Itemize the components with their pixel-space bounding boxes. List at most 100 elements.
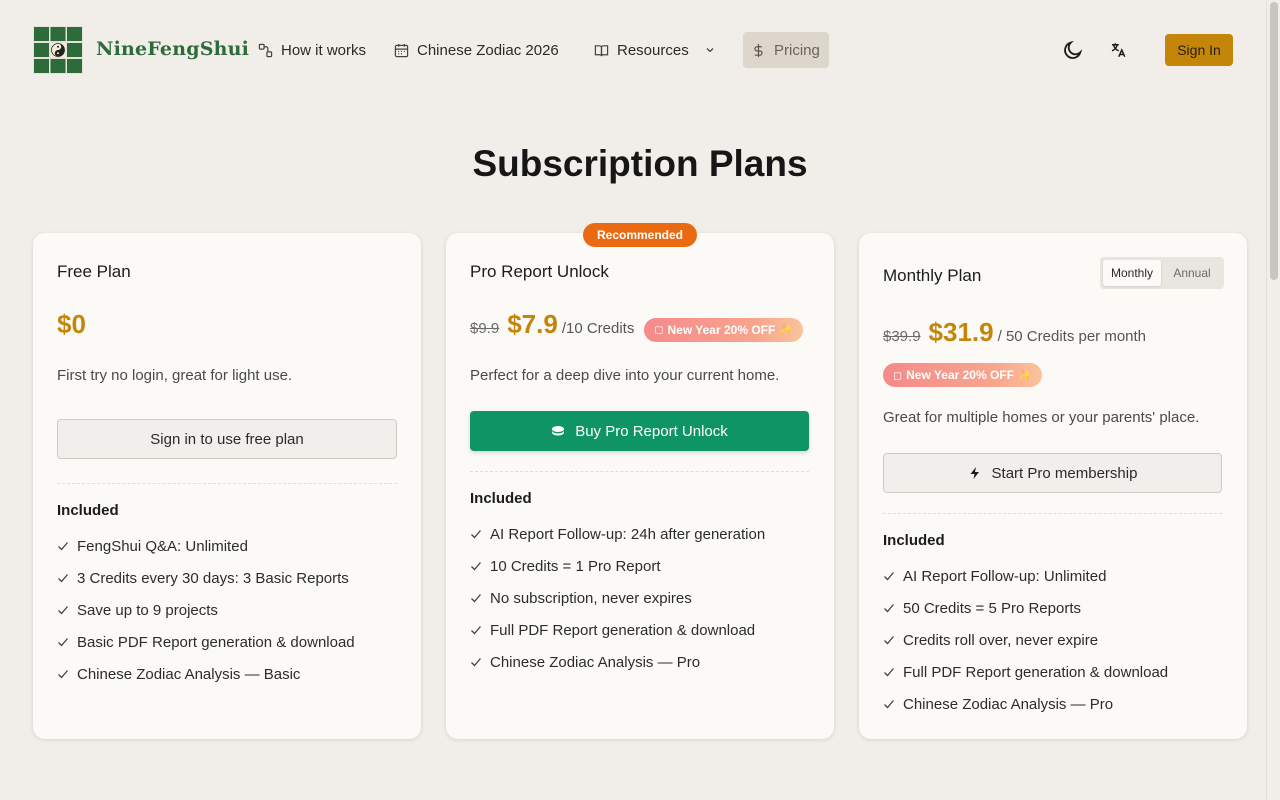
page-scrollbar[interactable] bbox=[1266, 0, 1280, 800]
promo-badge: ◻ New Year 20% OFF ✨ bbox=[883, 363, 1042, 387]
plan-title: Monthly Plan bbox=[883, 266, 982, 285]
check-icon bbox=[884, 668, 894, 677]
toggle-monthly[interactable]: Monthly bbox=[1103, 260, 1161, 286]
included-heading: Included bbox=[57, 502, 119, 519]
feature-text: Chinese Zodiac Analysis — Basic bbox=[77, 665, 301, 683]
divider bbox=[883, 513, 1222, 514]
feature-text: 10 Credits = 1 Pro Report bbox=[490, 557, 661, 575]
check-icon bbox=[471, 658, 481, 667]
billing-period-toggle: Monthly Annual bbox=[1100, 257, 1224, 289]
list-item: Save up to 9 projects bbox=[57, 594, 355, 626]
included-heading: Included bbox=[470, 490, 532, 507]
feature-text: 50 Credits = 5 Pro Reports bbox=[903, 599, 1082, 617]
toggle-annual[interactable]: Annual bbox=[1163, 260, 1221, 286]
price-unit: / 50 Credits per month bbox=[997, 328, 1147, 345]
page-title: Subscription Plans bbox=[472, 143, 808, 184]
nav-label: Chinese Zodiac 2026 bbox=[417, 41, 559, 59]
nav-pricing[interactable]: Pricing bbox=[743, 32, 829, 68]
divider bbox=[470, 471, 809, 472]
logo-icon[interactable] bbox=[33, 26, 83, 74]
check-icon bbox=[884, 604, 894, 613]
pro-plan-card: Pro Report Unlock $9.9 $7.9 /10 Credits … bbox=[446, 233, 834, 739]
scroll-thumb[interactable] bbox=[1270, 2, 1278, 280]
feature-text: Credits roll over, never expire bbox=[903, 631, 1099, 649]
moon-icon bbox=[1064, 40, 1083, 59]
nav-label: Pricing bbox=[774, 41, 820, 59]
button-label: Sign in to use free plan bbox=[150, 430, 304, 448]
feature-text: 3 Credits every 30 days: 3 Basic Reports bbox=[77, 569, 349, 587]
price-row: $39.9 $31.9 / 50 Credits per month bbox=[883, 317, 1146, 348]
list-item: Credits roll over, never expire bbox=[883, 624, 1168, 656]
button-label: Buy Pro Report Unlock bbox=[575, 422, 728, 440]
plan-title: Pro Report Unlock bbox=[470, 262, 609, 281]
feature-text: Full PDF Report generation & download bbox=[903, 663, 1169, 681]
nav-label: Resources bbox=[617, 41, 689, 59]
list-item: FengShui Q&A: Unlimited bbox=[57, 530, 355, 562]
feature-list: FengShui Q&A: Unlimited 3 Credits every … bbox=[57, 530, 355, 690]
promo-text: New Year 20% OFF bbox=[667, 322, 776, 337]
plan-price: $0 bbox=[57, 309, 86, 339]
list-item: Chinese Zodiac Analysis — Basic bbox=[57, 658, 355, 690]
book-icon bbox=[594, 44, 609, 56]
sparkle-icon: ✨ bbox=[1017, 369, 1032, 382]
check-icon bbox=[471, 594, 481, 603]
sign-in-button[interactable]: Sign In bbox=[1165, 34, 1233, 66]
chevron-down-icon bbox=[706, 48, 714, 53]
gift-icon: ◻ bbox=[654, 324, 664, 336]
promo-row: ◻ New Year 20% OFF ✨ bbox=[883, 363, 1042, 387]
list-item: Full PDF Report generation & download bbox=[883, 656, 1168, 688]
price-row: $0 bbox=[57, 309, 86, 340]
button-label: Start Pro membership bbox=[991, 464, 1138, 482]
feature-text: Full PDF Report generation & download bbox=[490, 621, 756, 639]
check-icon bbox=[471, 626, 481, 635]
price-row: $9.9 $7.9 /10 Credits ◻ New Year 20% OFF… bbox=[470, 309, 804, 342]
free-plan-card: Free Plan $0 First try no login, great f… bbox=[33, 233, 421, 739]
coins-icon bbox=[552, 426, 565, 436]
nav-resources[interactable]: Resources bbox=[586, 32, 723, 68]
list-item: Basic PDF Report generation & download bbox=[57, 626, 355, 658]
brand-name[interactable]: NineFengShui bbox=[96, 38, 249, 60]
sparkle-icon: ✨ bbox=[779, 324, 794, 336]
included-heading: Included bbox=[883, 532, 945, 549]
feature-text: Save up to 9 projects bbox=[77, 601, 218, 619]
feature-text: No subscription, never expires bbox=[490, 589, 692, 607]
start-membership-button[interactable]: Start Pro membership bbox=[883, 453, 1222, 493]
list-item: 50 Credits = 5 Pro Reports bbox=[883, 592, 1168, 624]
calendar-icon bbox=[394, 43, 409, 57]
feature-text: AI Report Follow-up: 24h after generatio… bbox=[490, 525, 766, 543]
lightning-icon bbox=[970, 467, 979, 479]
check-icon bbox=[471, 530, 481, 539]
gift-icon: ◻ bbox=[893, 369, 903, 382]
check-icon bbox=[884, 700, 894, 709]
promo-text: New Year 20% OFF bbox=[906, 368, 1014, 382]
price-unit: /10 Credits bbox=[561, 320, 635, 337]
plan-price: $7.9 bbox=[507, 309, 558, 339]
check-icon bbox=[58, 574, 68, 583]
feature-text: Basic PDF Report generation & download bbox=[77, 633, 355, 651]
buy-pro-button[interactable]: Buy Pro Report Unlock bbox=[470, 411, 809, 451]
check-icon bbox=[58, 670, 68, 679]
check-icon bbox=[884, 572, 894, 581]
list-item: 3 Credits every 30 days: 3 Basic Reports bbox=[57, 562, 355, 594]
theme-toggle-button[interactable] bbox=[1061, 38, 1085, 62]
plan-description: Perfect for a deep dive into your curren… bbox=[470, 367, 780, 384]
check-icon bbox=[58, 606, 68, 615]
nav-how-it-works[interactable]: How it works bbox=[250, 32, 374, 68]
feature-text: FengShui Q&A: Unlimited bbox=[77, 537, 248, 555]
feature-text: AI Report Follow-up: Unlimited bbox=[903, 567, 1107, 585]
free-plan-button[interactable]: Sign in to use free plan bbox=[57, 419, 397, 459]
old-price: $9.9 bbox=[470, 320, 500, 337]
divider bbox=[57, 483, 397, 484]
check-icon bbox=[471, 562, 481, 571]
check-icon bbox=[884, 636, 894, 645]
list-item: Chinese Zodiac Analysis — Pro bbox=[470, 646, 765, 678]
plan-description: Great for multiple homes or your parents… bbox=[883, 409, 1200, 426]
list-item: No subscription, never expires bbox=[470, 582, 765, 614]
dollar-icon bbox=[754, 43, 763, 57]
plan-price: $31.9 bbox=[928, 317, 994, 347]
language-button[interactable] bbox=[1106, 38, 1130, 62]
translate-icon bbox=[1111, 43, 1126, 58]
nav-label: How it works bbox=[281, 41, 367, 59]
plan-title: Free Plan bbox=[57, 262, 131, 281]
nav-chinese-zodiac[interactable]: Chinese Zodiac 2026 bbox=[386, 32, 567, 68]
